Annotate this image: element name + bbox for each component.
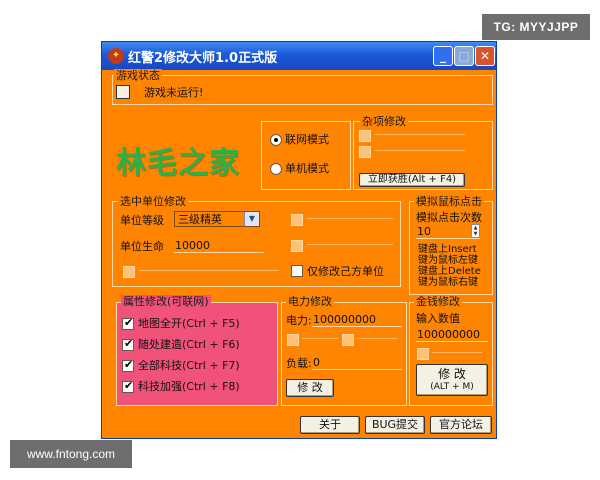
map-reveal-label: 地图全开(Ctrl + F5) <box>138 317 240 330</box>
instant-win-button[interactable]: 立即获胜(Alt + F4) <box>359 173 465 187</box>
about-button[interactable]: 关于 <box>300 416 360 434</box>
game-status-label: 游戏状态 <box>114 69 162 82</box>
money-label: 金钱修改 <box>414 295 462 308</box>
unit-option-1-faded <box>307 218 393 219</box>
misc-option-1-checkbox[interactable] <box>359 130 371 142</box>
spinner-arrows-icon[interactable]: ▲ ▼ <box>471 224 480 238</box>
click-count-spinner[interactable]: 10 ▲ ▼ <box>416 224 480 239</box>
build-anywhere-label: 随处建造(Ctrl + F6) <box>138 338 240 351</box>
power-label: 电力修改 <box>286 295 334 308</box>
mode-group <box>261 121 351 190</box>
window-title: 红警2修改大师1.0正式版 <box>128 51 278 66</box>
title-bar[interactable]: ✦ 红警2修改大师1.0正式版 _ □ ✕ <box>102 42 496 70</box>
mouse-hint-4: 键为鼠标右键 <box>418 277 478 288</box>
own-units-only-checkbox[interactable] <box>291 265 303 277</box>
all-tech-checkbox[interactable] <box>122 358 134 372</box>
app-icon: ✦ <box>108 48 124 64</box>
watermark-top: TG: MYYJJPP <box>482 14 590 40</box>
single-mode-radio[interactable] <box>270 163 282 175</box>
unit-life-value: 10000 <box>175 239 210 252</box>
official-forum-button[interactable]: 官方论坛 <box>430 416 492 434</box>
map-reveal-checkbox[interactable] <box>122 316 134 330</box>
power-modify-button[interactable]: 修 改 <box>286 379 334 397</box>
mouse-hint-2: 键为鼠标左键 <box>418 255 478 266</box>
own-units-only-label: 仅修改己方单位 <box>307 265 384 278</box>
money-option-faded <box>432 352 482 353</box>
power-input[interactable]: 100000000 <box>312 312 402 327</box>
unit-level-value: 三级精英 <box>178 213 222 226</box>
all-tech-label: 全部科技(Ctrl + F7) <box>138 359 240 372</box>
chevron-down-icon[interactable]: ▼ <box>244 212 259 226</box>
watermark-bottom: www.fntong.com <box>10 440 132 468</box>
unit-option-2-faded <box>307 244 393 245</box>
maximize-button[interactable]: □ <box>454 46 474 66</box>
unit-option-3-faded <box>139 270 279 271</box>
click-count-label: 模拟点击次数 <box>416 211 482 224</box>
mouse-sim-label: 模拟鼠标点击 <box>414 195 484 208</box>
load-label: 负载: <box>286 357 312 370</box>
status-text: 游戏未运行! <box>144 86 204 99</box>
unit-level-select[interactable]: 三级精英 ▼ <box>174 211 260 227</box>
load-input[interactable]: 0 <box>312 355 402 370</box>
money-value: 100000000 <box>417 328 480 341</box>
power-option-2-faded <box>357 338 397 339</box>
unit-edit-label: 选中单位修改 <box>118 195 188 208</box>
money-modify-hotkey: (ALT + M) <box>430 382 474 392</box>
misc-option-2-checkbox[interactable] <box>359 146 371 158</box>
power-field-label: 电力: <box>286 314 312 327</box>
money-input-label: 输入数值 <box>416 312 460 325</box>
bug-report-button[interactable]: BUG提交 <box>365 416 425 434</box>
logo-text: 林毛之家 <box>116 146 240 181</box>
money-modify-label: 修 改 <box>438 367 466 381</box>
power-option-1-checkbox[interactable] <box>287 334 299 346</box>
unit-option-1-checkbox[interactable] <box>291 214 303 226</box>
tech-boost-checkbox[interactable] <box>122 379 134 393</box>
unit-option-2-checkbox[interactable] <box>291 240 303 252</box>
misc-label: 杂项修改 <box>360 115 408 128</box>
unit-life-label: 单位生命 <box>120 240 164 253</box>
minimize-button[interactable]: _ <box>433 46 453 66</box>
unit-option-3-checkbox[interactable] <box>123 266 135 278</box>
click-count-value: 10 <box>417 225 431 238</box>
money-modify-button[interactable]: 修 改 (ALT + M) <box>416 364 488 396</box>
build-anywhere-checkbox[interactable] <box>122 337 134 351</box>
power-option-2-checkbox[interactable] <box>342 334 354 346</box>
unit-level-label: 单位等级 <box>120 214 164 227</box>
online-mode-radio[interactable] <box>270 134 282 146</box>
trainer-window: ✦ 红警2修改大师1.0正式版 _ □ ✕ 游戏状态 游戏未运行! 林毛之家 联… <box>101 41 497 439</box>
load-value: 0 <box>313 356 320 369</box>
online-mode-label: 联网模式 <box>285 133 329 146</box>
misc-option-2-faded <box>375 150 465 151</box>
money-option-checkbox[interactable] <box>417 348 429 360</box>
mouse-hint-1: 键盘上Insert <box>418 244 477 255</box>
single-mode-label: 单机模式 <box>285 162 329 175</box>
status-indicator <box>116 85 130 99</box>
power-value: 100000000 <box>313 313 376 326</box>
money-input[interactable]: 100000000 <box>416 327 488 342</box>
close-button[interactable]: ✕ <box>475 46 495 66</box>
power-option-1-faded <box>302 338 338 339</box>
mouse-hint-3: 键盘上Delete <box>418 266 481 277</box>
tech-boost-label: 科技加强(Ctrl + F8) <box>138 380 240 393</box>
misc-option-1-faded <box>375 134 465 135</box>
attr-label: 属性修改(可联网) <box>121 295 211 308</box>
unit-life-input[interactable]: 10000 <box>174 238 264 253</box>
